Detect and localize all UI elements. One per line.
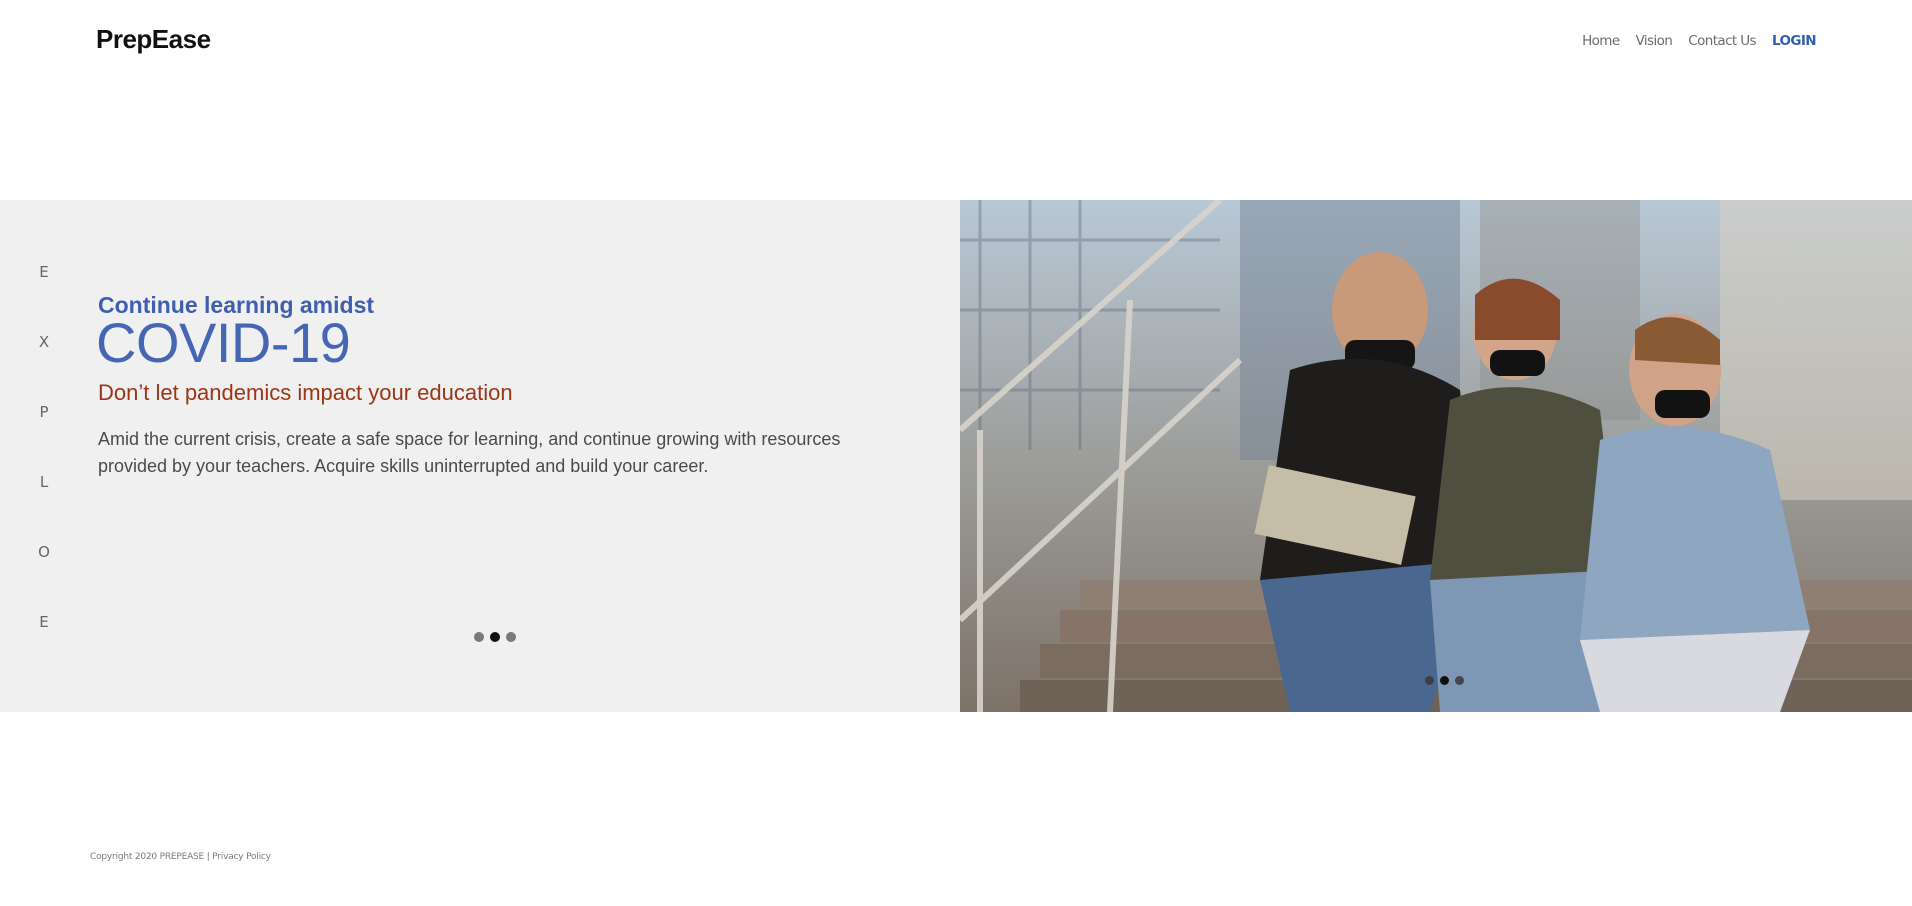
nav-vision[interactable]: Vision: [1636, 33, 1673, 49]
explore-letter: E: [39, 263, 49, 281]
carousel-dot[interactable]: [1425, 676, 1434, 685]
nav-login[interactable]: LOGIN: [1772, 33, 1817, 49]
hero-body: Amid the current crisis, create a safe s…: [98, 429, 841, 476]
students-photo-illustration: [960, 200, 1912, 712]
brand-logo[interactable]: PrepEase: [96, 24, 211, 55]
carousel-dot[interactable]: [474, 632, 484, 642]
explore-letter: P: [39, 403, 49, 421]
nav-home[interactable]: Home: [1582, 33, 1620, 49]
carousel-dot-active[interactable]: [490, 632, 500, 642]
carousel-dots: [474, 632, 516, 642]
hero-subhead: Don’t let pandemics impact your educatio…: [98, 380, 513, 405]
footer: Copyright 2020 PREPEASE | Privacy Policy: [90, 852, 271, 862]
hero-text-panel: E X P L O E Continue learning amidst COV…: [0, 200, 960, 712]
explore-letter: X: [38, 333, 50, 351]
privacy-policy-link[interactable]: Privacy Policy: [212, 852, 271, 862]
hero-section: E X P L O E Continue learning amidst COV…: [0, 200, 1912, 712]
carousel-dot[interactable]: [506, 632, 516, 642]
explore-letter: L: [39, 473, 49, 491]
carousel-dot-active[interactable]: [1440, 676, 1449, 685]
hero-photo-students: [960, 200, 1912, 712]
explore-letter: O: [38, 543, 50, 561]
carousel-dot[interactable]: [1455, 676, 1464, 685]
hero-headline: COVID-19: [96, 311, 351, 374]
top-nav: Home Vision Contact Us LOGIN: [1582, 33, 1817, 49]
photo-carousel-dots: [1425, 676, 1464, 685]
explore-vertical-label: E X P L O E: [38, 262, 50, 682]
copyright-text: Copyright 2020 PREPEASE |: [90, 852, 210, 862]
nav-contact-us[interactable]: Contact Us: [1688, 33, 1756, 49]
explore-letter: E: [39, 613, 49, 631]
